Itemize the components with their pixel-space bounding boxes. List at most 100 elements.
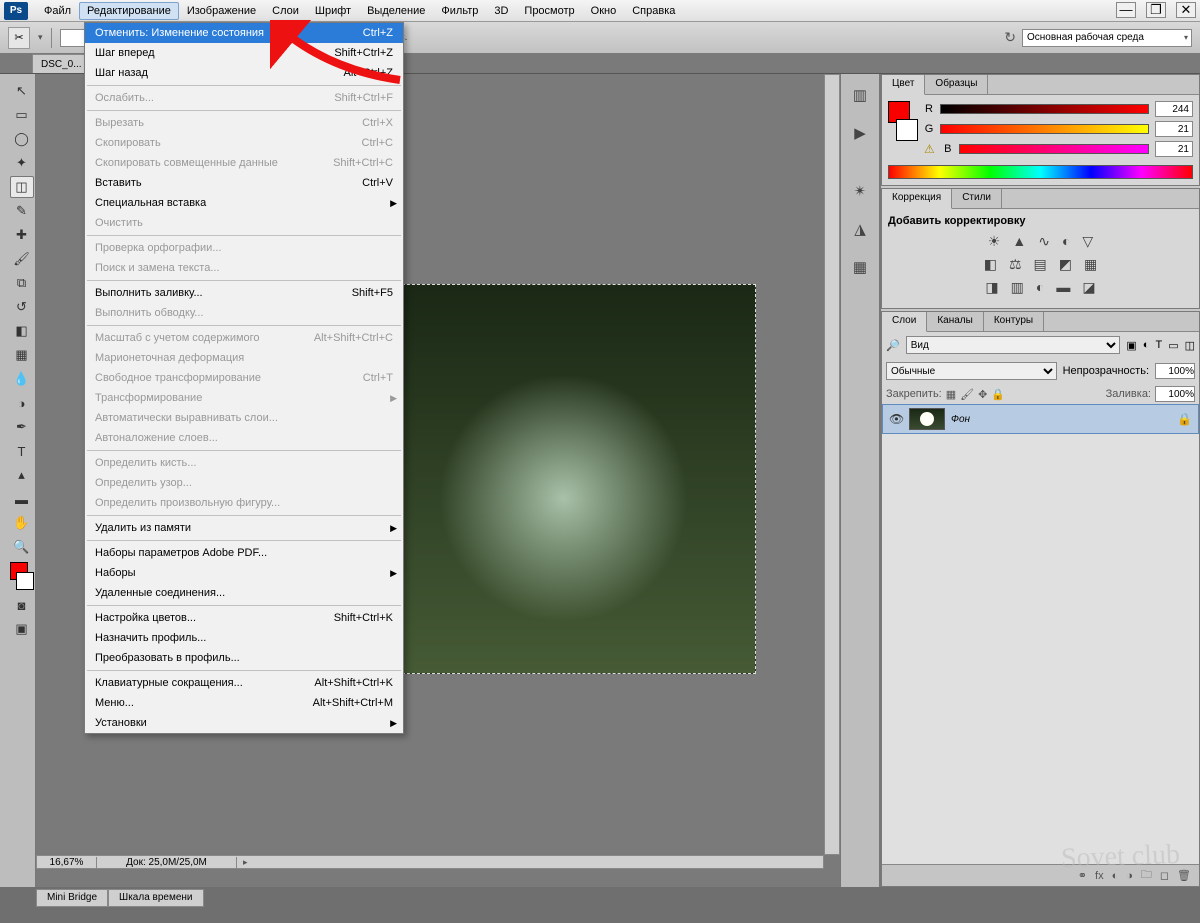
menu-item[interactable]: Установки▶ xyxy=(85,713,403,733)
tab-channels[interactable]: Каналы xyxy=(927,312,984,331)
menu-item[interactable]: ВставитьCtrl+V xyxy=(85,173,403,193)
filter-pixel-icon[interactable]: ▣ xyxy=(1126,339,1136,352)
filter-shape-icon[interactable]: ▭ xyxy=(1168,339,1178,352)
search-icon[interactable]: 🔎 xyxy=(886,339,900,352)
channel-mixer-icon[interactable]: ▦ xyxy=(1084,256,1097,273)
selective-color-icon[interactable]: ◪ xyxy=(1082,279,1095,296)
menu-file[interactable]: Файл xyxy=(36,2,79,20)
gradient-tool-icon[interactable]: ▦ xyxy=(10,344,34,366)
menu-view[interactable]: Просмотр xyxy=(516,2,582,20)
document-tab[interactable]: DSC_0... xyxy=(32,54,91,73)
tab-layers[interactable]: Слои xyxy=(882,312,927,332)
filter-adjust-icon[interactable]: ◐ xyxy=(1143,339,1150,351)
zoom-level[interactable]: 16,67% xyxy=(37,857,97,868)
background-swatch[interactable] xyxy=(896,119,918,141)
b-slider[interactable] xyxy=(959,144,1149,154)
refresh-icon[interactable]: ↻ xyxy=(1004,29,1016,46)
menu-item[interactable]: Назначить профиль... xyxy=(85,628,403,648)
crop-handle-br[interactable] xyxy=(747,665,756,674)
fill-input[interactable] xyxy=(1155,386,1195,402)
menu-item[interactable]: Специальная вставка▶ xyxy=(85,193,403,213)
layer-name[interactable]: Фон xyxy=(951,414,970,425)
exposure-icon[interactable]: ◐ xyxy=(1062,233,1070,250)
window-minimize[interactable]: — xyxy=(1116,2,1136,18)
photo-filter-icon[interactable]: ◩ xyxy=(1059,256,1072,273)
hue-sat-icon[interactable]: ◧ xyxy=(984,256,997,273)
invert-icon[interactable]: ◨ xyxy=(985,279,998,296)
lock-transparent-icon[interactable]: ▦ xyxy=(946,388,956,401)
color-panel-swatches[interactable] xyxy=(888,101,918,141)
menu-select[interactable]: Выделение xyxy=(359,2,433,20)
path-select-icon[interactable]: ▴ xyxy=(10,464,34,486)
pen-tool-icon[interactable]: ✒ xyxy=(10,416,34,438)
menu-layers[interactable]: Слои xyxy=(264,2,307,20)
menu-item[interactable]: Удаленные соединения... xyxy=(85,583,403,603)
menu-type[interactable]: Шрифт xyxy=(307,2,359,20)
menu-item[interactable]: Выполнить заливку...Shift+F5 xyxy=(85,283,403,303)
layer-thumbnail[interactable] xyxy=(909,408,945,430)
crop-tool-icon[interactable]: ◫ xyxy=(10,176,34,198)
actions-panel-icon[interactable]: ▶ xyxy=(847,120,873,146)
menu-item[interactable]: Настройка цветов...Shift+Ctrl+K xyxy=(85,608,403,628)
menu-item[interactable]: Преобразовать в профиль... xyxy=(85,648,403,668)
menu-item[interactable]: Удалить из памяти▶ xyxy=(85,518,403,538)
gamut-warning-icon[interactable]: ⚠ xyxy=(924,142,935,156)
type-tool-icon[interactable]: T xyxy=(10,440,34,462)
crop-handle-tr[interactable] xyxy=(747,284,756,293)
blur-tool-icon[interactable]: 💧 xyxy=(10,368,34,390)
move-tool-icon[interactable]: ↖ xyxy=(10,80,34,102)
blend-mode-select[interactable]: Обычные xyxy=(886,362,1057,380)
quickmask-icon[interactable]: ◙ xyxy=(10,594,34,616)
eraser-tool-icon[interactable]: ◧ xyxy=(10,320,34,342)
heal-tool-icon[interactable]: ✚ xyxy=(10,224,34,246)
menu-item[interactable]: Клавиатурные сокращения...Alt+Shift+Ctrl… xyxy=(85,673,403,693)
stamp-tool-icon[interactable]: ⧉ xyxy=(10,272,34,294)
curves-icon[interactable]: ∿ xyxy=(1038,233,1050,250)
menu-help[interactable]: Справка xyxy=(624,2,683,20)
color-balance-icon[interactable]: ⚖ xyxy=(1009,256,1022,273)
lock-position-icon[interactable]: ✥ xyxy=(978,388,987,401)
g-slider[interactable] xyxy=(940,124,1149,134)
eyedropper-tool-icon[interactable]: ✎ xyxy=(10,200,34,222)
lasso-tool-icon[interactable]: ◯ xyxy=(10,128,34,150)
posterize-icon[interactable]: ▥ xyxy=(1011,279,1024,296)
levels-icon[interactable]: ▲ xyxy=(1012,233,1026,250)
menu-image[interactable]: Изображение xyxy=(179,2,264,20)
menu-window[interactable]: Окно xyxy=(583,2,625,20)
tab-color[interactable]: Цвет xyxy=(882,75,925,95)
history-panel-icon[interactable]: ▥ xyxy=(847,82,873,108)
filter-smart-icon[interactable]: ◫ xyxy=(1185,339,1195,352)
menu-item[interactable]: Шаг назадAlt+Ctrl+Z xyxy=(85,63,403,83)
b-input[interactable] xyxy=(1155,141,1193,157)
layer-row-background[interactable]: 👁 Фон 🔒 xyxy=(882,404,1199,434)
lock-all-icon[interactable]: 🔒 xyxy=(991,388,1005,401)
threshold-icon[interactable]: ◐ xyxy=(1036,279,1044,296)
tab-adjustments[interactable]: Коррекция xyxy=(882,189,952,209)
tab-paths[interactable]: Контуры xyxy=(984,312,1044,331)
vibrance-icon[interactable]: ▽ xyxy=(1082,233,1093,250)
screenmode-icon[interactable]: ▣ xyxy=(10,618,34,640)
menu-item[interactable]: Наборы параметров Adobe PDF... xyxy=(85,543,403,563)
histogram-panel-icon[interactable]: ◮ xyxy=(847,216,873,242)
hand-tool-icon[interactable]: ✋ xyxy=(10,512,34,534)
visibility-eye-icon[interactable]: 👁 xyxy=(889,412,903,426)
color-swatch-fgbg[interactable] xyxy=(10,562,34,590)
gradient-map-icon[interactable]: ▬ xyxy=(1056,279,1070,296)
lock-image-icon[interactable]: 🖌 xyxy=(960,388,974,401)
tab-timeline[interactable]: Шкала времени xyxy=(108,889,203,907)
shape-tool-icon[interactable]: ▬ xyxy=(10,488,34,510)
zoom-tool-icon[interactable]: 🔍 xyxy=(10,536,34,558)
dodge-tool-icon[interactable]: ◑ xyxy=(10,392,34,414)
wand-tool-icon[interactable]: ✦ xyxy=(10,152,34,174)
brush-tool-icon[interactable]: 🖌 xyxy=(10,248,34,270)
tab-styles[interactable]: Стили xyxy=(952,189,1002,208)
crop-tool-icon[interactable]: ✂ xyxy=(8,27,30,49)
chevron-down-icon[interactable]: ▾ xyxy=(38,32,43,43)
opacity-input[interactable] xyxy=(1155,363,1195,379)
vertical-scrollbar[interactable] xyxy=(824,74,840,855)
menu-item[interactable]: Наборы▶ xyxy=(85,563,403,583)
r-slider[interactable] xyxy=(940,104,1149,114)
menu-item[interactable]: Шаг впередShift+Ctrl+Z xyxy=(85,43,403,63)
filter-type-icon[interactable]: T xyxy=(1155,339,1162,351)
info-panel-icon[interactable]: ▦ xyxy=(847,254,873,280)
